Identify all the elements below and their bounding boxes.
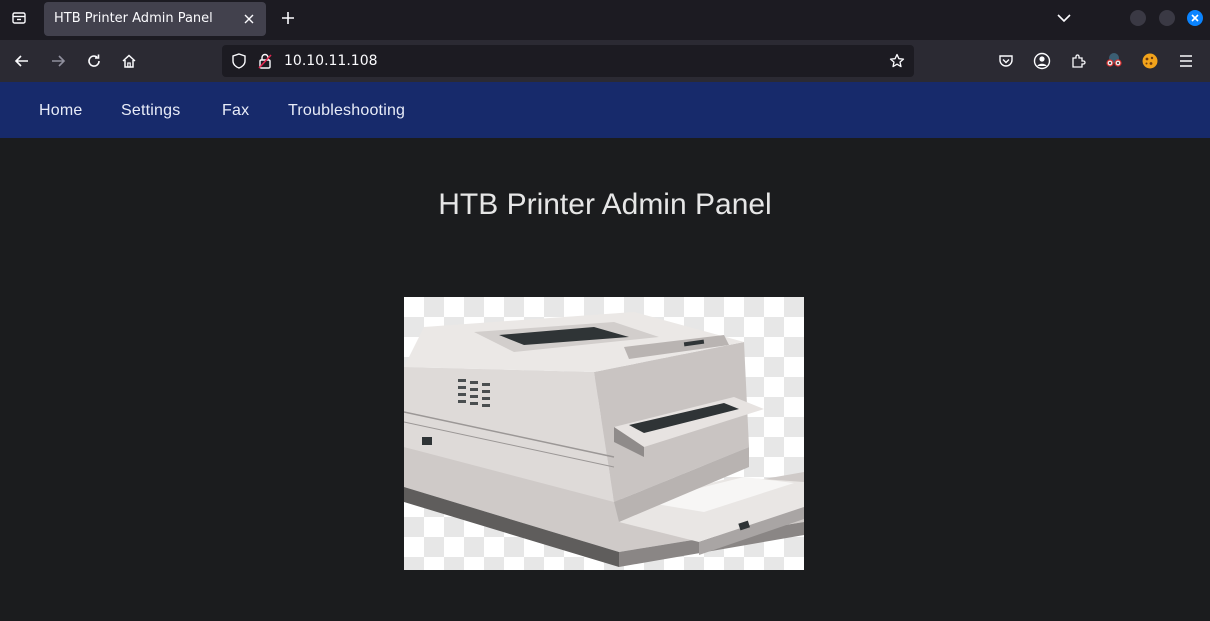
nav-settings-link[interactable]: Settings: [121, 102, 180, 120]
site-navbar: Home Settings Fax Troubleshooting: [0, 82, 1210, 138]
page-title: HTB Printer Admin Panel: [438, 188, 772, 221]
tracking-protection-shield-icon[interactable]: [230, 52, 248, 70]
browser-tab-strip: HTB Printer Admin Panel: [0, 0, 1210, 40]
plus-icon: [282, 12, 294, 24]
window-close-button[interactable]: [1187, 10, 1203, 26]
page-content: Home Settings Fax Troubleshooting HTB Pr…: [0, 82, 1210, 621]
account-icon[interactable]: [1031, 50, 1053, 72]
extension-glasses-icon[interactable]: [1103, 50, 1125, 72]
forward-arrow-icon: [52, 55, 66, 67]
hamburger-menu-icon[interactable]: [1175, 50, 1197, 72]
list-all-tabs-button[interactable]: [1052, 6, 1076, 30]
reload-icon: [88, 54, 100, 67]
tab-list-icon: [11, 10, 27, 26]
printer-image: [404, 297, 804, 570]
forward-button[interactable]: [45, 48, 71, 74]
back-arrow-icon: [14, 55, 28, 67]
insecure-lock-icon[interactable]: [256, 52, 274, 70]
tab-title: HTB Printer Admin Panel: [54, 11, 213, 26]
pocket-icon[interactable]: [995, 50, 1017, 72]
window-minimize-button[interactable]: [1130, 10, 1146, 26]
nav-troubleshooting-link[interactable]: Troubleshooting: [288, 102, 405, 120]
home-icon: [122, 54, 136, 68]
back-button[interactable]: [9, 48, 35, 74]
close-icon: [244, 14, 254, 24]
nav-home-link[interactable]: Home: [39, 102, 82, 120]
browser-tab[interactable]: HTB Printer Admin Panel: [44, 2, 266, 36]
url-bar[interactable]: 10.10.11.108: [222, 45, 914, 77]
nav-fax-link[interactable]: Fax: [222, 102, 249, 120]
extensions-puzzle-icon[interactable]: [1067, 50, 1089, 72]
window-maximize-button[interactable]: [1159, 10, 1175, 26]
home-button[interactable]: [116, 48, 142, 74]
extension-cookie-icon[interactable]: [1139, 50, 1161, 72]
chevron-down-icon: [1057, 14, 1071, 23]
tab-list-button[interactable]: [4, 4, 34, 32]
bookmark-star-icon[interactable]: [888, 52, 906, 70]
tab-close-button[interactable]: [240, 10, 258, 28]
navigation-toolbar: 10.10.11.108: [0, 40, 1210, 82]
new-tab-button[interactable]: [276, 6, 300, 30]
close-icon: [1191, 14, 1199, 22]
reload-button[interactable]: [81, 48, 107, 74]
url-text[interactable]: 10.10.11.108: [284, 53, 378, 69]
